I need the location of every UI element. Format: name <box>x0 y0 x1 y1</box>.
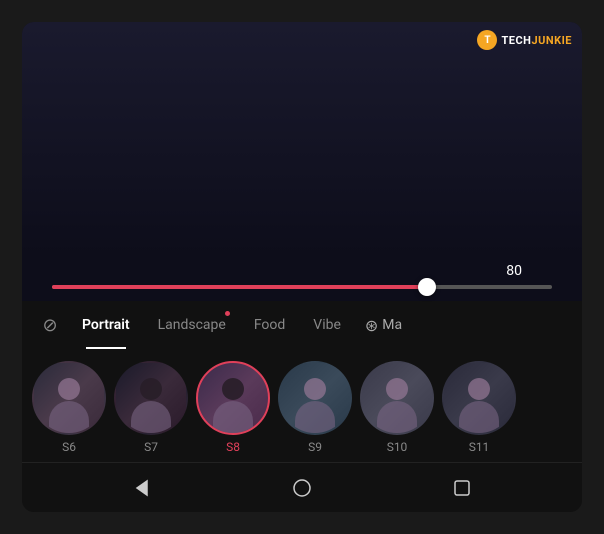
tab-portrait[interactable]: Portrait <box>68 301 144 349</box>
watermark: T TECHJUNKIE <box>477 30 572 50</box>
preset-s6[interactable]: S6 <box>32 361 106 454</box>
preset-thumb-s8 <box>196 361 270 435</box>
watermark-icon: T <box>477 30 497 50</box>
tab-food[interactable]: Food <box>240 301 299 349</box>
preset-s8[interactable]: S8 <box>196 361 270 454</box>
slider-area: 80 <box>22 255 582 301</box>
slider-value: 80 <box>52 263 552 279</box>
back-button[interactable] <box>124 470 160 506</box>
person-s6 <box>34 363 104 433</box>
preset-label-s8: S8 <box>226 440 240 454</box>
preset-label-s9: S9 <box>308 440 322 454</box>
tab-more[interactable]: ⊛ Ma <box>355 316 412 335</box>
home-button[interactable] <box>284 470 320 506</box>
phone-frame: T TECHJUNKIE 80 ⊘ Portrait Landscape Foo… <box>22 22 582 512</box>
preset-thumb-s11 <box>442 361 516 435</box>
presets-row: S6 S7 S8 S9 S10 <box>22 349 582 462</box>
landscape-dot <box>225 311 230 316</box>
preset-s7[interactable]: S7 <box>114 361 188 454</box>
preset-s10[interactable]: S10 <box>360 361 434 454</box>
slider-thumb[interactable] <box>418 278 436 296</box>
person-s11 <box>444 363 514 433</box>
preset-s9[interactable]: S9 <box>278 361 352 454</box>
gear-icon: ⊛ <box>365 316 378 335</box>
person-s7 <box>116 363 186 433</box>
tab-vibe[interactable]: Vibe <box>299 301 355 349</box>
preset-thumb-s9 <box>278 361 352 435</box>
preset-label-s7: S7 <box>144 440 158 454</box>
slider-fill <box>52 285 427 289</box>
filter-tabs: ⊘ Portrait Landscape Food Vibe ⊛ Ma <box>22 301 582 349</box>
preset-thumb-s7 <box>114 361 188 435</box>
nav-bar <box>22 462 582 512</box>
preset-label-s10: S10 <box>387 440 408 454</box>
preset-thumb-s10 <box>360 361 434 435</box>
preset-thumb-s6 <box>32 361 106 435</box>
tab-no-filter[interactable]: ⊘ <box>32 315 68 336</box>
tab-landscape[interactable]: Landscape <box>144 301 240 349</box>
preset-label-s11: S11 <box>469 440 490 454</box>
person-s10 <box>362 363 432 433</box>
camera-preview <box>22 22 582 255</box>
slider-track[interactable] <box>52 285 552 289</box>
watermark-text: TECHJUNKIE <box>501 34 572 47</box>
preset-label-s6: S6 <box>62 440 76 454</box>
person-s8 <box>198 363 268 433</box>
recents-button[interactable] <box>444 470 480 506</box>
preset-s11[interactable]: S11 <box>442 361 516 454</box>
person-s9 <box>280 363 350 433</box>
